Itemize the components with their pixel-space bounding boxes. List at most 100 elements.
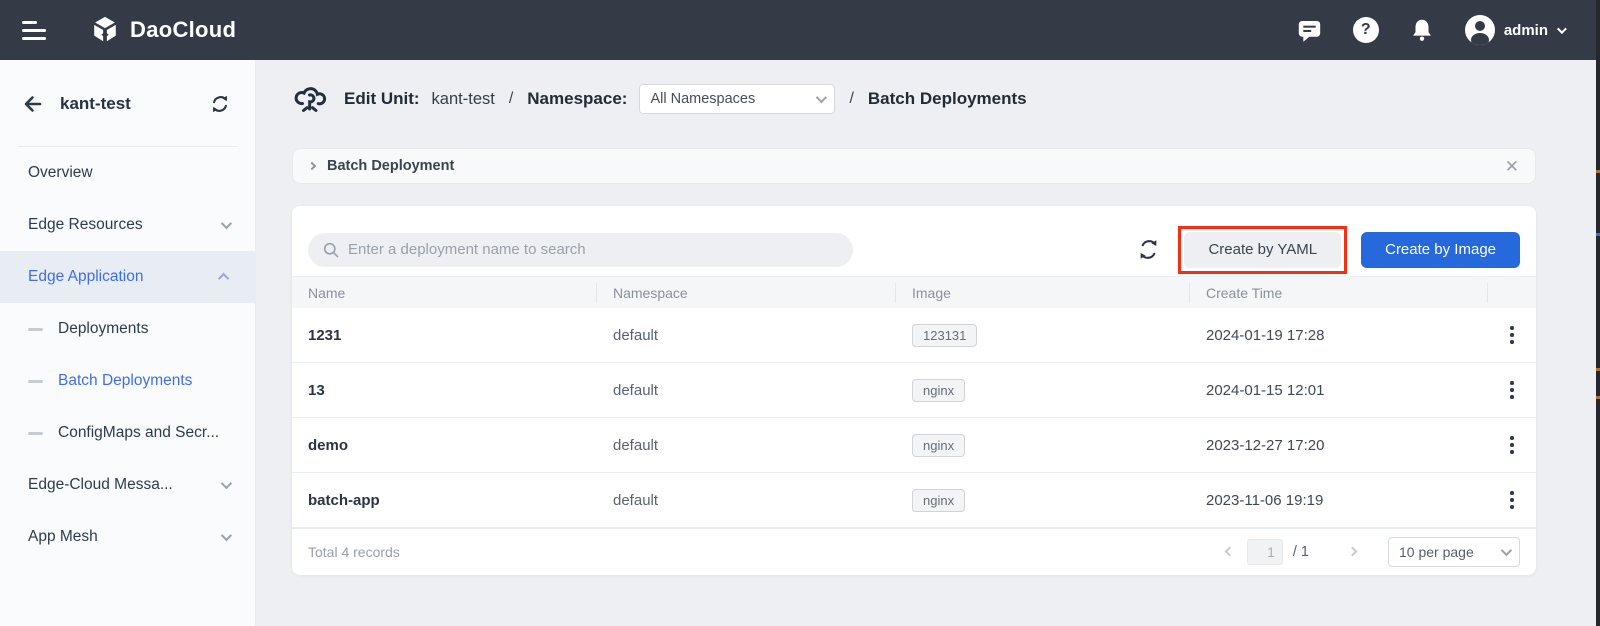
page-title: Batch Deployments <box>868 89 1027 109</box>
sync-icon <box>209 93 231 115</box>
user-chevron-down-icon <box>1557 24 1567 34</box>
edit-unit-label: Edit Unit: <box>344 89 420 109</box>
deployment-namespace: default <box>597 327 896 344</box>
deployment-namespace: default <box>597 492 896 509</box>
sidebar-item-configmaps-secrets[interactable]: ConfigMaps and Secr... <box>0 407 255 459</box>
row-actions-menu-icon[interactable] <box>1506 377 1518 403</box>
chevron-down-icon <box>816 92 827 103</box>
sidebar-item-deployments[interactable]: Deployments <box>0 303 255 355</box>
image-tag: 123131 <box>912 324 977 347</box>
deployments-card: Create by YAML Create by Image Name Name… <box>292 206 1536 575</box>
logo-text: DaoCloud <box>130 17 236 43</box>
daocloud-logo[interactable]: DaoCloud <box>90 15 236 45</box>
deployment-namespace: default <box>597 437 896 454</box>
close-icon[interactable]: ✕ <box>1505 158 1519 175</box>
image-tag: nginx <box>912 434 965 457</box>
column-header-image: Image <box>896 283 1190 303</box>
chat-icon[interactable] <box>1296 17 1323 44</box>
create-by-image-button[interactable]: Create by Image <box>1361 232 1520 268</box>
refresh-button[interactable] <box>1137 238 1160 261</box>
deployment-name[interactable]: demo <box>292 437 597 454</box>
create-time: 2024-01-19 17:28 <box>1190 327 1488 344</box>
menu-toggle-icon[interactable] <box>22 21 48 40</box>
edge-unit-icon <box>292 82 328 116</box>
notifications-bell-icon[interactable] <box>1409 17 1435 43</box>
deployment-name[interactable]: 13 <box>292 382 597 399</box>
chevron-down-icon <box>221 218 232 229</box>
table-row: 13 default nginx 2024-01-15 12:01 <box>292 363 1536 418</box>
row-actions-menu-icon[interactable] <box>1506 322 1518 348</box>
user-name: admin <box>1504 22 1548 39</box>
column-header-create-time: Create Time <box>1190 283 1488 303</box>
user-menu[interactable]: admin <box>1465 15 1564 45</box>
table-footer: Total 4 records / 1 10 per page <box>292 528 1536 574</box>
sidebar-item-edge-cloud-message[interactable]: Edge-Cloud Messa... <box>0 459 255 511</box>
breadcrumb-separator: / <box>507 90 515 108</box>
chevron-down-icon <box>221 478 232 489</box>
create-by-yaml-button[interactable]: Create by YAML <box>1184 232 1341 268</box>
total-records: Total 4 records <box>308 544 400 560</box>
namespace-select-value: All Namespaces <box>650 91 816 107</box>
page-scrollbar[interactable] <box>1596 0 1600 626</box>
banner-title: Batch Deployment <box>327 158 1505 174</box>
main-content: Edit Unit: kant-test / Namespace: All Na… <box>256 60 1600 626</box>
chevron-down-icon <box>221 530 232 541</box>
chevron-down-icon <box>1501 544 1512 555</box>
toolbar: Create by YAML Create by Image <box>292 206 1536 276</box>
column-header-actions <box>1488 283 1536 303</box>
expand-chevron-icon[interactable] <box>308 162 316 170</box>
annotation-highlight-box: Create by YAML <box>1178 226 1347 274</box>
create-time: 2023-12-27 17:20 <box>1190 437 1488 454</box>
create-time: 2024-01-15 12:01 <box>1190 382 1488 399</box>
search-icon <box>322 241 340 259</box>
avatar <box>1465 15 1495 45</box>
deployment-namespace: default <box>597 382 896 399</box>
help-icon[interactable]: ? <box>1353 17 1379 43</box>
dash-icon <box>28 328 43 331</box>
dash-icon <box>28 432 43 435</box>
sidebar-item-edge-application[interactable]: Edge Application <box>0 251 255 303</box>
batch-deployment-banner: Batch Deployment ✕ <box>292 148 1536 184</box>
sidebar-item-batch-deployments[interactable]: Batch Deployments <box>0 355 255 407</box>
row-actions-menu-icon[interactable] <box>1506 487 1518 513</box>
daocloud-logo-icon <box>90 15 120 45</box>
sidebar-nav: Overview Edge Resources Edge Application… <box>0 147 255 563</box>
page-total: / 1 <box>1293 544 1309 560</box>
refresh-icon <box>1137 238 1160 261</box>
namespace-select[interactable]: All Namespaces <box>639 84 835 114</box>
sidebar-item-app-mesh[interactable]: App Mesh <box>0 511 255 563</box>
top-bar: DaoCloud ? admin <box>0 0 1600 60</box>
table-row: demo default nginx 2023-12-27 17:20 <box>292 418 1536 473</box>
breadcrumb: Edit Unit: kant-test / Namespace: All Na… <box>292 80 1536 118</box>
next-page-button[interactable] <box>1345 544 1360 559</box>
deployment-name[interactable]: batch-app <box>292 492 597 509</box>
deployment-name[interactable]: 1231 <box>292 327 597 344</box>
unit-title: kant-test <box>60 94 209 114</box>
column-header-namespace: Namespace <box>597 283 896 303</box>
back-arrow-icon <box>20 92 44 116</box>
image-tag: nginx <box>912 379 965 402</box>
pagination: / 1 10 per page <box>1222 537 1520 567</box>
dash-icon <box>28 380 43 383</box>
table-header: Name Namespace Image Create Time <box>292 276 1536 308</box>
row-actions-menu-icon[interactable] <box>1506 432 1518 458</box>
sidebar-item-edge-resources[interactable]: Edge Resources <box>0 199 255 251</box>
page-number-input[interactable] <box>1247 539 1283 565</box>
breadcrumb-separator: / <box>847 90 855 108</box>
per-page-value: 10 per page <box>1399 544 1501 560</box>
switch-unit-button[interactable] <box>209 93 231 115</box>
table-row: batch-app default nginx 2023-11-06 19:19 <box>292 473 1536 528</box>
column-header-name: Name <box>292 283 597 303</box>
search-input[interactable] <box>348 241 839 258</box>
sidebar: kant-test Overview Edge Resources Edge A <box>0 60 256 626</box>
sidebar-item-overview[interactable]: Overview <box>0 147 255 199</box>
back-button[interactable] <box>20 92 44 116</box>
unit-name: kant-test <box>432 90 495 109</box>
create-time: 2023-11-06 19:19 <box>1190 492 1488 509</box>
table-row: 1231 default 123131 2024-01-19 17:28 <box>292 308 1536 363</box>
image-tag: nginx <box>912 489 965 512</box>
prev-page-button[interactable] <box>1222 544 1237 559</box>
per-page-select[interactable]: 10 per page <box>1388 537 1520 567</box>
search-box <box>308 233 853 267</box>
namespace-label: Namespace: <box>527 89 627 109</box>
